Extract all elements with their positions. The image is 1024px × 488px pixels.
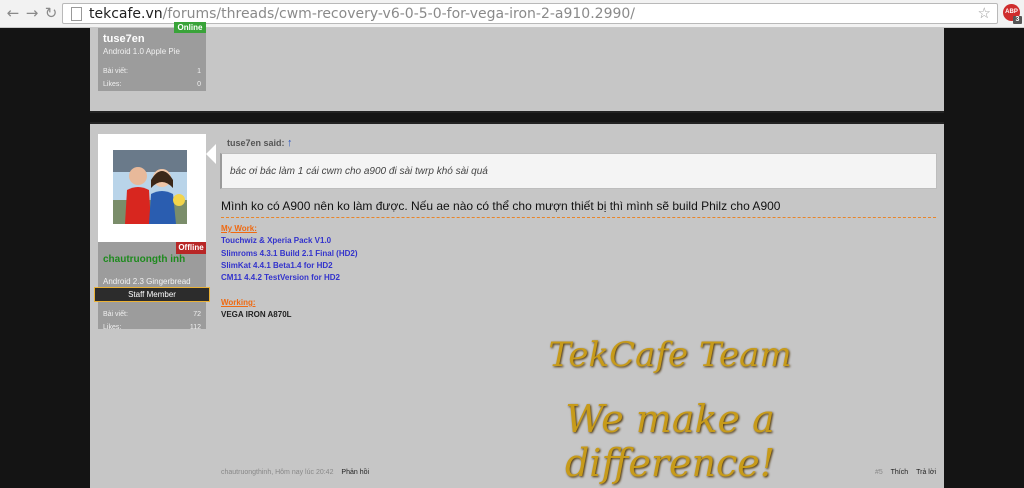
forward-arrow-icon[interactable]: → — [23, 4, 41, 22]
message-pointer — [206, 144, 216, 164]
signature-heading-working: Working: — [221, 298, 256, 307]
quote-block: bác ơi bác làm 1 cái cwm cho a900 đi sài… — [220, 153, 937, 189]
signature-divider — [221, 217, 936, 218]
user-title: Android 1.0 Apple Pie — [103, 47, 180, 56]
signature-link[interactable]: Slimroms 4.3.1 Build 2.1 Final (HD2) — [221, 249, 357, 258]
signature-link[interactable]: CM11 4.4.2 TestVersion for HD2 — [221, 273, 340, 282]
staff-member-badge: Staff Member — [94, 287, 210, 302]
quote-jump-arrow-icon[interactable]: ↑ — [287, 137, 293, 149]
signature-heading-mywork: My Work: — [221, 224, 257, 233]
username[interactable]: tuse7en — [103, 33, 145, 45]
posts-label: Bài viết: — [103, 68, 128, 75]
back-arrow-icon[interactable]: ← — [4, 4, 22, 22]
reply-link[interactable]: Trả lời — [916, 469, 936, 476]
user-title: Android 2.3 Gingerbread — [103, 277, 191, 286]
address-bar[interactable]: tekcafe.vn/forums/threads/cwm-recovery-v… — [62, 3, 998, 24]
posts-stat: Bài viết: 1 — [103, 68, 201, 75]
status-badge-offline: Offline — [176, 242, 206, 254]
avatar-frame[interactable] — [98, 134, 206, 242]
signature-banner-title: TekCafe Team — [548, 335, 792, 375]
posts-value: 1 — [197, 68, 201, 75]
signature-link[interactable]: Touchwiz & Xperia Pack V1.0 — [221, 236, 331, 245]
username[interactable]: chautruongth inh — [103, 254, 193, 265]
signature-banner-slogan: We make a difference! — [564, 397, 776, 485]
likes-label: Likes: — [103, 324, 122, 331]
status-badge-online: Online — [174, 22, 206, 33]
user-info-panel: Online tuse7en Android 1.0 Apple Pie Bài… — [98, 22, 206, 91]
adblock-icon[interactable]: ABP 3 — [1003, 4, 1022, 24]
posts-value: 72 — [193, 311, 201, 318]
reload-icon[interactable]: ↻ — [42, 4, 60, 22]
like-link[interactable]: Thích — [891, 469, 909, 476]
adblock-count-badge: 3 — [1013, 16, 1022, 24]
likes-stat: Likes: 0 — [103, 81, 201, 88]
post-number[interactable]: #5 — [875, 469, 883, 476]
likes-label: Likes: — [103, 81, 122, 88]
message-text: Mình ko có A900 nên ko làm được. Nếu ae … — [221, 199, 781, 213]
page-icon — [71, 7, 82, 21]
post-footer-actions: #5 Thích Trả lời — [875, 469, 936, 476]
likes-stat: Likes: 112 — [103, 324, 201, 331]
likes-value: 0 — [197, 81, 201, 88]
report-link[interactable]: Phản hồi — [341, 469, 369, 476]
avatar[interactable] — [113, 150, 187, 224]
quote-text: bác ơi bác làm 1 cái cwm cho a900 đi sài… — [230, 166, 488, 177]
posts-label: Bài viết: — [103, 311, 128, 318]
signature-working-device: VEGA IRON A870L — [221, 310, 292, 319]
user-info-panel: Offline chautruongth inh Android 2.3 Gin… — [94, 134, 210, 331]
likes-value: 112 — [189, 324, 201, 331]
quote-author: tuse7en said: ↑ — [227, 137, 293, 149]
url-text: tekcafe.vn/forums/threads/cwm-recovery-v… — [89, 6, 636, 22]
browser-toolbar: ← → ↻ tekcafe.vn/forums/threads/cwm-reco… — [0, 0, 1024, 28]
signature-link[interactable]: SlimKat 4.4.1 Beta1.4 for HD2 — [221, 261, 333, 270]
post-tuse7en: Online tuse7en Android 1.0 Apple Pie Bài… — [90, 22, 944, 113]
post-chautruongthinh: Offline chautruongth inh Android 2.3 Gin… — [90, 122, 944, 488]
posts-stat: Bài viết: 72 — [103, 311, 201, 318]
bookmark-star-icon[interactable]: ☆ — [978, 4, 991, 22]
post-footer-meta: chautruongthinh, Hôm nay lúc 20:42 Phản … — [221, 469, 369, 476]
post-author-time[interactable]: chautruongthinh, Hôm nay lúc 20:42 — [221, 469, 333, 476]
